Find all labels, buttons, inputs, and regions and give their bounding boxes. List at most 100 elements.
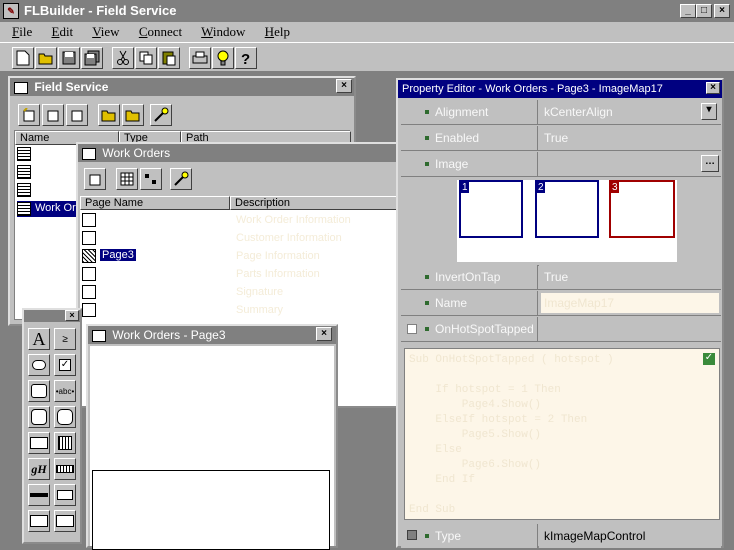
clipboard-icon <box>162 51 176 66</box>
print-button[interactable] <box>189 47 211 69</box>
push-button-tool[interactable] <box>28 380 50 402</box>
new-page-icon <box>89 174 101 186</box>
keyboard-tool[interactable] <box>54 458 76 480</box>
menu-file[interactable]: File <box>12 24 32 39</box>
fs-open-folder-button[interactable] <box>122 104 144 126</box>
prop-row-name[interactable]: Name ImageMap17 <box>401 291 721 316</box>
wo-connect-button[interactable] <box>140 168 162 190</box>
prop-row-image[interactable]: Image … <box>401 152 721 177</box>
table-icon <box>82 147 96 160</box>
prop-row-type[interactable]: Type kImageMapControl <box>401 524 721 549</box>
open-folder-icon <box>125 110 140 122</box>
name-input[interactable]: ImageMap17 <box>541 293 719 313</box>
prop-row-enabled[interactable]: Enabled True <box>401 126 721 151</box>
prop-name: Enabled <box>435 131 480 145</box>
lock-icon <box>407 530 417 540</box>
table-tool[interactable] <box>54 432 76 454</box>
fs-new-table-button[interactable] <box>42 104 64 126</box>
page3-close-button[interactable]: × <box>316 327 332 341</box>
fs-new-form-button[interactable] <box>18 104 40 126</box>
label-tool[interactable]: A <box>28 328 50 350</box>
menu-window[interactable]: Window <box>201 24 245 39</box>
wo-new-page-button[interactable] <box>84 168 106 190</box>
fs-build-button[interactable] <box>150 104 172 126</box>
image-tool[interactable] <box>28 510 50 532</box>
open-file-button[interactable] <box>35 47 57 69</box>
fs-new-item-button[interactable] <box>66 104 88 126</box>
list-item[interactable]: Parts Information <box>82 267 392 283</box>
list-item[interactable]: Signature <box>82 285 392 301</box>
page3-canvas[interactable] <box>90 346 334 550</box>
script-editor[interactable]: ✓ Sub OnHotSpotTapped ( hotspot ) If hot… <box>404 348 720 520</box>
paste-button[interactable] <box>158 47 180 69</box>
wo-col-page-name[interactable]: Page Name <box>80 196 230 210</box>
script-check-icon[interactable]: ✓ <box>703 353 715 365</box>
menu-edit[interactable]: Edit <box>51 24 73 39</box>
wo-build-button[interactable] <box>170 168 192 190</box>
popup-tool[interactable] <box>54 484 76 506</box>
list-item[interactable]: Page3 Page Information <box>82 249 392 265</box>
field-service-close-button[interactable]: × <box>336 79 352 93</box>
prop-name: Type <box>435 529 462 543</box>
menu-view[interactable]: View <box>92 24 119 39</box>
save-all-button[interactable] <box>81 47 103 69</box>
prop-value: … <box>539 152 721 176</box>
rect-tool[interactable] <box>28 406 50 428</box>
checkbox-tool[interactable]: ✓ <box>54 354 76 376</box>
list-tool[interactable] <box>28 432 50 454</box>
save-button[interactable] <box>58 47 80 69</box>
code-line: Sub OnHotSpotTapped ( hotspot ) <box>409 354 614 366</box>
prop-value-text: kImageMapControl <box>544 529 646 543</box>
copy-button[interactable] <box>135 47 157 69</box>
page3-image-map-control[interactable] <box>92 470 330 550</box>
button-tool[interactable] <box>28 354 50 376</box>
hint-button[interactable] <box>212 47 234 69</box>
list-item[interactable]: Work Order Information <box>82 213 392 229</box>
signature-tool[interactable]: gH <box>28 458 50 480</box>
close-button[interactable]: × <box>714 4 730 18</box>
image-browse-button[interactable]: … <box>701 155 719 172</box>
hotspot-1-label: 1 <box>461 182 469 193</box>
alignment-dropdown-button[interactable]: ▾ <box>701 103 717 120</box>
prop-name: OnHotSpotTapped <box>435 322 534 336</box>
wo-row-desc: Work Order Information <box>236 214 351 226</box>
slider-tool[interactable] <box>28 484 50 506</box>
menu-help[interactable]: Help <box>265 24 290 39</box>
prop-row-onhotspottapped[interactable]: OnHotSpotTapped <box>401 317 721 342</box>
text-field-icon: •abc• <box>55 386 75 396</box>
cut-button[interactable] <box>112 47 134 69</box>
signature-icon: gH <box>31 461 47 476</box>
control-palette: × A ≥ ✓ •abc• gH <box>22 308 82 544</box>
menu-connect[interactable]: Connect <box>139 24 182 39</box>
table-icon <box>17 202 31 216</box>
maximize-button[interactable]: □ <box>696 4 712 18</box>
new-file-button[interactable] <box>12 47 34 69</box>
wo-grid-button[interactable] <box>116 168 138 190</box>
bullet-icon <box>425 275 429 279</box>
hotspot-1[interactable]: 1 <box>459 180 523 238</box>
prop-label: OnHotSpotTapped <box>401 317 538 341</box>
help-button[interactable]: ? <box>235 47 257 69</box>
fs-folder-button[interactable] <box>98 104 120 126</box>
prop-row-alignment[interactable]: Alignment kCenterAlign ▾ <box>401 100 721 125</box>
frame-tool[interactable] <box>54 510 76 532</box>
rounded-rect-tool[interactable] <box>54 406 76 428</box>
list-item[interactable]: Summary <box>82 303 392 319</box>
image-map-preview[interactable]: 1 2 3 <box>457 180 677 262</box>
new-file-icon <box>16 50 30 66</box>
prop-label: Name <box>401 291 538 315</box>
minimize-button[interactable]: _ <box>680 4 696 18</box>
app-icon[interactable]: ✎ <box>3 3 19 19</box>
fs-row-selected[interactable]: Work Or <box>17 201 81 217</box>
field-tool[interactable]: ≥ <box>54 328 76 350</box>
prop-name: Name <box>435 296 468 310</box>
list-item[interactable]: Customer Information <box>82 231 392 247</box>
event-checkbox[interactable] <box>407 324 417 334</box>
prop-row-invertontap[interactable]: InvertOnTap True <box>401 265 721 290</box>
hotspot-3[interactable]: 3 <box>609 180 675 238</box>
palette-close-button[interactable]: × <box>65 310 79 321</box>
text-field-tool[interactable]: •abc• <box>54 380 76 402</box>
wo-col-description[interactable]: Description <box>230 196 398 210</box>
hotspot-2[interactable]: 2 <box>535 180 599 238</box>
property-editor-close-button[interactable]: × <box>706 82 720 94</box>
